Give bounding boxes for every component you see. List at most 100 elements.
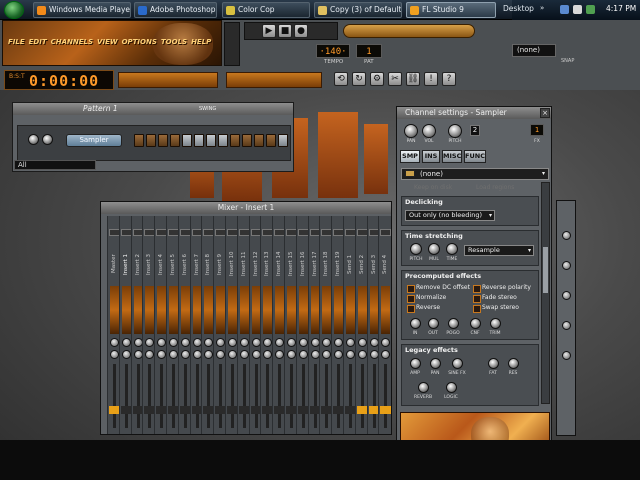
declicking-mode-select[interactable]: Out only (no bleeding) ▾ [405, 210, 495, 221]
mixer-title[interactable]: Mixer - Insert 1 [101, 202, 391, 214]
track-pan-knob[interactable] [334, 338, 344, 347]
track-pan-knob[interactable] [298, 338, 308, 347]
stretch-mul-knob[interactable] [428, 243, 440, 255]
track-pan-knob[interactable] [310, 338, 320, 347]
track-pan-knob[interactable] [346, 338, 355, 347]
menu-options[interactable]: OPTIONS [122, 38, 157, 48]
folder-icon[interactable] [405, 170, 415, 177]
scrollbar-thumb[interactable] [543, 247, 548, 293]
track-volume-fader[interactable] [168, 364, 179, 428]
legacy-sine-fx-knob[interactable] [452, 358, 463, 369]
track-stereo-knob[interactable] [322, 350, 332, 359]
track-pan-knob[interactable] [251, 338, 261, 347]
tab-func[interactable]: FUNC [464, 150, 486, 163]
track-pan-knob[interactable] [287, 338, 296, 347]
step-sequencer-title[interactable]: Pattern 1 SWING [13, 103, 293, 115]
load-regions-option[interactable]: Load regions [476, 184, 514, 191]
play-icon[interactable]: ▶ [262, 24, 276, 38]
pitch-range-display[interactable]: 2 [470, 125, 480, 136]
fade-stereo-checkbox[interactable]: Fade stereo [473, 294, 517, 303]
desktop-toolbar-label[interactable]: Desktop [503, 4, 534, 13]
track-volume-fader[interactable] [156, 364, 168, 428]
legacy-logic-knob[interactable] [446, 382, 457, 393]
track-pan-knob[interactable] [275, 338, 285, 347]
pattern-number-display[interactable]: 1 [356, 44, 382, 58]
fx-out-knob[interactable] [428, 318, 439, 329]
step-button[interactable] [278, 134, 288, 147]
track-volume-fader[interactable] [144, 364, 156, 428]
track-stereo-knob[interactable] [204, 350, 214, 359]
track-volume-fader[interactable] [109, 364, 120, 428]
track-pan-knob[interactable] [110, 338, 119, 347]
track-volume-fader[interactable] [309, 364, 321, 428]
track-stereo-knob[interactable] [275, 350, 285, 359]
step-button[interactable] [194, 134, 204, 147]
undo-icon[interactable]: ⟲ [334, 72, 348, 86]
legacy-fat-knob[interactable] [488, 358, 499, 369]
track-pan-knob[interactable] [204, 338, 214, 347]
tray-app-icon[interactable] [586, 5, 595, 14]
channel-filter-select[interactable]: All [14, 160, 96, 170]
track-stereo-knob[interactable] [133, 350, 143, 359]
legacy-pan-knob[interactable] [430, 358, 441, 369]
track-stereo-knob[interactable] [310, 350, 320, 359]
keep-on-disk-option[interactable]: Keep on disk [414, 184, 452, 191]
tempo-display[interactable]: ·140· [316, 44, 350, 58]
step-button[interactable] [146, 134, 156, 147]
track-stereo-knob[interactable] [334, 350, 344, 359]
channel-button-sampler[interactable]: Sampler [66, 134, 122, 147]
step-button[interactable] [134, 134, 144, 147]
plugin-icon[interactable]: ⚙ [370, 72, 384, 86]
track-pan-knob[interactable] [263, 338, 273, 347]
song-position-display[interactable]: B:S:T 0:00:00 [4, 70, 114, 90]
track-stereo-knob[interactable] [228, 350, 237, 359]
track-pan-knob[interactable] [322, 338, 332, 347]
strip-knob[interactable] [562, 261, 571, 270]
tab-misc[interactable]: MISC [442, 150, 462, 163]
track-volume-fader[interactable] [345, 364, 356, 428]
reverse-polarity-checkbox[interactable]: Reverse polarity [473, 284, 531, 293]
legacy-amp-knob[interactable] [410, 358, 421, 369]
track-volume-fader[interactable] [179, 364, 191, 428]
task-copy-default[interactable]: Copy (3) of Default [314, 2, 402, 18]
track-stereo-knob[interactable] [357, 350, 367, 359]
track-stereo-knob[interactable] [169, 350, 178, 359]
track-volume-fader[interactable] [120, 364, 132, 428]
legacy-reverb-knob[interactable] [418, 382, 429, 393]
menu-tools[interactable]: TOOLS [161, 38, 187, 48]
channel-volume-knob[interactable] [42, 134, 53, 145]
track-volume-fader[interactable] [191, 364, 203, 428]
fx-cnf-knob[interactable] [470, 318, 481, 329]
track-pan-knob[interactable] [121, 338, 131, 347]
track-volume-fader[interactable] [227, 364, 238, 428]
track-volume-fader[interactable] [286, 364, 297, 428]
browser-search-field[interactable] [343, 24, 475, 38]
fx-in-knob[interactable] [410, 318, 421, 329]
info-icon[interactable]: ! [424, 72, 438, 86]
tools-icon[interactable]: ✂ [388, 72, 402, 86]
strip-knob[interactable] [562, 231, 571, 240]
step-button[interactable] [242, 134, 252, 147]
snap-selector[interactable]: (none) [512, 44, 556, 57]
track-stereo-knob[interactable] [263, 350, 273, 359]
clock[interactable]: 4:17 PM [606, 4, 636, 13]
remove-dc-offset-checkbox[interactable]: Remove DC offset [407, 284, 470, 293]
track-volume-fader[interactable] [333, 364, 345, 428]
menu-view[interactable]: VIEW [97, 38, 118, 48]
volume-icon[interactable] [573, 5, 582, 14]
track-pan-knob[interactable] [169, 338, 178, 347]
track-volume-fader[interactable] [250, 364, 262, 428]
start-button[interactable] [4, 1, 24, 19]
track-pan-knob[interactable] [357, 338, 367, 347]
sample-selector[interactable]: (none) ▾ [401, 168, 549, 180]
track-stereo-knob[interactable] [346, 350, 355, 359]
fx-channel-display[interactable]: 1 [530, 124, 544, 136]
track-pan-knob[interactable] [133, 338, 143, 347]
mixer-track[interactable]: Send 4 [378, 216, 392, 434]
fx-pogo-knob[interactable] [448, 318, 459, 329]
step-button[interactable] [182, 134, 192, 147]
help-icon[interactable]: ? [442, 72, 456, 86]
track-stereo-knob[interactable] [369, 350, 379, 359]
track-volume-fader[interactable] [297, 364, 309, 428]
stop-icon[interactable]: ■ [278, 24, 292, 38]
